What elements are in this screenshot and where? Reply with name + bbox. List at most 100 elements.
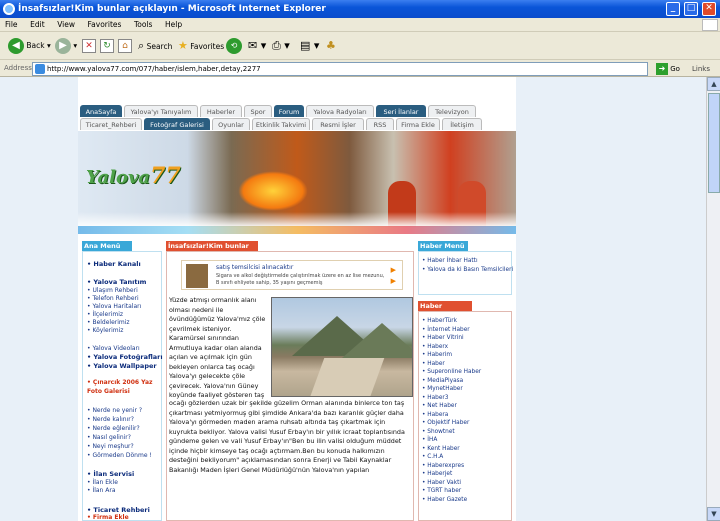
portal-item[interactable]: • Haberx (422, 344, 448, 350)
left-menu-item[interactable]: • Nasıl gelinir? (87, 434, 131, 441)
portal-item[interactable]: • Kent Haber (422, 446, 460, 452)
mail-icon[interactable]: ✉ ▾ (248, 37, 266, 55)
article-photo (271, 297, 413, 397)
refresh-icon[interactable]: ↻ (100, 39, 114, 53)
left-menu-item[interactable]: • Yalova Tanıtım (87, 278, 146, 286)
left-menu-item[interactable]: • Nerde ne yenir ? (87, 407, 142, 414)
news-menu-item[interactable]: • Haber İhbar Hattı (422, 258, 478, 264)
menu-edit[interactable]: Edit (25, 18, 50, 32)
address-input[interactable]: http://www.yalova77.com/077/haber/islem,… (32, 62, 648, 76)
stop-icon[interactable]: ✕ (82, 39, 96, 53)
menu-help[interactable]: Help (160, 18, 187, 32)
left-menu-item[interactable]: • Ticaret Rehberi (87, 506, 150, 514)
left-menu-item[interactable]: • Firma Ekle (87, 514, 129, 521)
left-menu-item[interactable]: • Yalova Haritaları (87, 303, 141, 310)
left-menu-item[interactable]: • Yalova Wallpaper (87, 362, 157, 370)
search-button[interactable]: ⌕ Search (138, 37, 172, 55)
left-menu-item[interactable]: • Neyi meşhur? (87, 443, 134, 450)
tab-resmi-isler[interactable]: Resmi İşler (312, 118, 364, 130)
left-menu-item[interactable]: • Beldelerimiz (87, 319, 130, 326)
portal-item[interactable]: • TGRT haber (422, 488, 461, 494)
vertical-scrollbar[interactable]: ▲ ▼ (706, 77, 720, 521)
left-menu-item[interactable]: • Haber Kanalı (87, 260, 141, 268)
portal-item[interactable]: • Superonline Haber (422, 369, 481, 375)
left-menu-item[interactable]: • Nerde eğlenilir? (87, 425, 140, 432)
left-menu-item[interactable]: • İlan Servisi (87, 470, 134, 478)
left-menu-item[interactable]: • Yalova Fotoğrafları (87, 353, 163, 361)
portal-item[interactable]: • Haberjet (422, 471, 452, 477)
tab-yalovayi-taniyalim[interactable]: Yalova'yı Tanıyalım (124, 105, 198, 117)
portal-item[interactable]: • MynetHaber (422, 386, 463, 392)
left-menu-item[interactable]: • Telefon Rehberi (87, 295, 139, 302)
back-button[interactable]: ◀ Back ▾ (8, 37, 51, 55)
ad-next-arrow-icon[interactable]: ▶ (391, 277, 396, 285)
left-menu-item[interactable]: • İlçelerimiz (87, 311, 123, 318)
left-menu-item[interactable]: • İlan Ekle (87, 479, 118, 486)
home-icon[interactable]: ⌂ (118, 39, 132, 53)
tab-haberler[interactable]: Haberler (200, 105, 242, 117)
tab-spor[interactable]: Spor (244, 105, 272, 117)
tab-etkinlik-takvimi[interactable]: Etkinlik Takvimi (252, 118, 310, 130)
tab-iletisim[interactable]: İletişim (442, 118, 482, 130)
close-button[interactable]: ✕ (702, 2, 716, 16)
tab-yalova-radyolari[interactable]: Yalova Radyoları (306, 105, 374, 117)
history-icon[interactable]: ⟲ (226, 38, 242, 54)
scroll-up-icon[interactable]: ▲ (707, 77, 720, 91)
news-menu-item[interactable]: • Yalova da ki Basın Temsilcileri (422, 267, 513, 273)
left-menu-item[interactable]: Foto Galerisi (87, 388, 130, 395)
menu-file[interactable]: File (0, 18, 23, 32)
tab-seri-ilanlar[interactable]: Seri İlanlar (376, 105, 426, 117)
left-menu-item[interactable]: • Ulaşım Rehberi (87, 287, 138, 294)
tab-forum[interactable]: Forum (274, 105, 304, 117)
portal-item[interactable]: • Haber Vitrini (422, 335, 464, 341)
edit-icon[interactable]: ▤ ▾ (300, 37, 319, 55)
portal-item[interactable]: • MediaPiyasa (422, 378, 463, 384)
portal-item[interactable]: • Showtnet (422, 429, 455, 435)
left-menu-item[interactable]: • İlan Ara (87, 487, 116, 494)
left-menu-item[interactable]: • Çınarcık 2006 Yaz (87, 379, 152, 386)
site-logo[interactable]: Yalova77 (86, 163, 181, 189)
tab-fotograf-galerisi[interactable]: Fotoğraf Galerisi (144, 118, 210, 130)
scroll-down-icon[interactable]: ▼ (707, 507, 720, 521)
scrollbar-thumb[interactable] (708, 93, 720, 193)
portal-item[interactable]: • İHA (422, 437, 437, 443)
minimize-button[interactable]: _ (666, 2, 680, 16)
left-menu-item[interactable]: • Nerde kalınır? (87, 416, 134, 423)
messenger-icon[interactable]: ♣ (326, 37, 336, 55)
portal-item[interactable]: • Haber Vakti (422, 480, 461, 486)
portal-item[interactable]: • C.H.A (422, 454, 443, 460)
portal-item[interactable]: • Habera (422, 412, 448, 418)
links-button[interactable]: Links (692, 62, 710, 76)
maximize-button[interactable]: □ (684, 2, 698, 16)
tab-ticaret-rehberi[interactable]: Ticaret_Rehberi (80, 118, 142, 130)
tab-rss[interactable]: RSS (366, 118, 394, 130)
window-title-bar[interactable]: İnsafsızlar!Kim bunlar açıklayın - Micro… (0, 0, 720, 18)
left-menu-item[interactable]: • Görmeden Dönme ! (87, 452, 152, 459)
go-button[interactable]: ➜ Go (656, 62, 680, 76)
favorites-button[interactable]: ★ Favorites (178, 37, 224, 55)
tab-anasayfa[interactable]: AnaSayfa (80, 105, 122, 117)
tab-firma-ekle[interactable]: Firma Ekle (396, 118, 440, 130)
tab-televizyon[interactable]: Televizyon (428, 105, 476, 117)
ad-next-arrow-icon[interactable]: ▶ (391, 266, 396, 274)
menu-tools[interactable]: Tools (129, 18, 157, 32)
left-menu-item[interactable]: • Yalova Videoları (87, 345, 140, 352)
tab-oyunlar[interactable]: Oyunlar (212, 118, 250, 130)
menu-favorites[interactable]: Favorites (83, 18, 127, 32)
portal-item[interactable]: • Haber3 (422, 395, 449, 401)
portal-item[interactable]: • HaberTürk (422, 318, 457, 324)
left-menu: • Haber Kanalı • Yalova Tanıtım • Ulaşım… (82, 251, 163, 521)
portal-item[interactable]: • Net Haber (422, 403, 457, 409)
ad-title[interactable]: satış temsilcisi alınacaktır (216, 264, 293, 271)
portal-item[interactable]: • Haberexpres (422, 463, 464, 469)
portal-item[interactable]: • Haber (422, 361, 445, 367)
portal-item[interactable]: • Objektif Haber (422, 420, 469, 426)
left-menu-item[interactable]: • Köylerimiz (87, 327, 123, 334)
forward-button[interactable]: ▶ ▾ (55, 37, 77, 55)
portal-item[interactable]: • Haber Gazete (422, 497, 467, 503)
print-icon[interactable]: ⎙ ▾ (272, 37, 290, 55)
ad-box[interactable]: satış temsilcisi alınacaktır Sigara ve a… (181, 260, 403, 290)
portal-item[interactable]: • İnternet Haber (422, 327, 470, 333)
menu-view[interactable]: View (52, 18, 80, 32)
portal-item[interactable]: • Haberim (422, 352, 452, 358)
